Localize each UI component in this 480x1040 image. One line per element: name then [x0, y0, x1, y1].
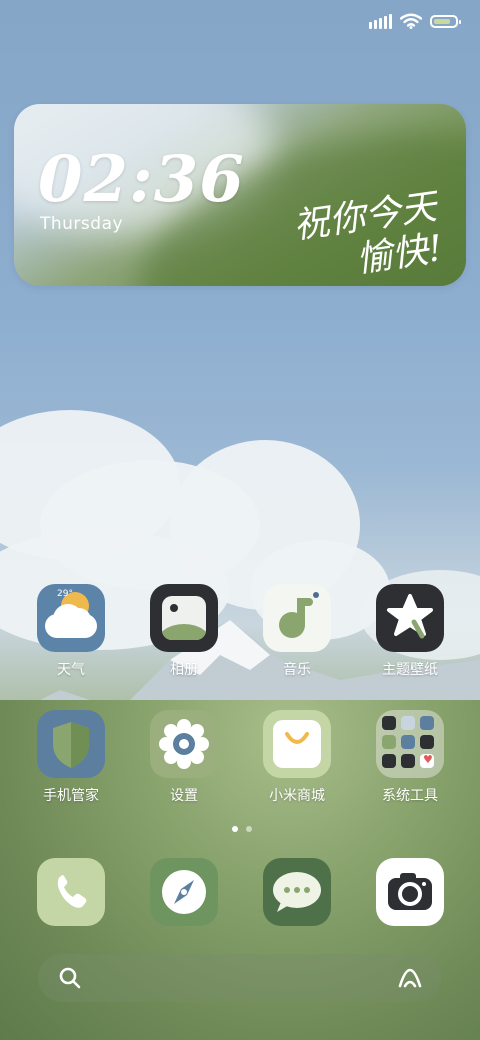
- camera-icon: [388, 873, 432, 910]
- app-settings[interactable]: 设置: [134, 710, 234, 805]
- app-system-tools-folder[interactable]: ♥ 系统工具: [360, 710, 460, 805]
- clock-weekday: Thursday: [40, 214, 124, 234]
- app-label: 系统工具: [382, 788, 438, 804]
- security-icon: [37, 710, 105, 778]
- themes-icon: [376, 584, 444, 652]
- dock-camera[interactable]: [376, 858, 444, 926]
- search-bar[interactable]: [38, 954, 442, 1002]
- app-label: 设置: [170, 788, 198, 804]
- dock-phone[interactable]: [37, 858, 105, 926]
- system-tools-folder-icon: ♥: [376, 710, 444, 778]
- page-dot-active: [232, 826, 238, 832]
- clock-time: 02:36: [38, 142, 245, 217]
- page-dot: [246, 826, 252, 832]
- app-security[interactable]: 手机管家: [21, 710, 121, 805]
- app-themes[interactable]: 主题壁纸: [360, 584, 460, 679]
- phone-icon: [57, 875, 87, 908]
- dock-messages[interactable]: [263, 858, 331, 926]
- status-bar: [369, 8, 461, 34]
- app-label: 主题壁纸: [382, 662, 438, 678]
- weather-temp: 29°: [57, 589, 73, 599]
- dock-browser[interactable]: [150, 858, 218, 926]
- clock-widget[interactable]: 02:36 Thursday 祝你今天 愉快!: [14, 104, 466, 286]
- signal-icon: [369, 13, 392, 29]
- page-indicator: [232, 826, 252, 832]
- app-label: 相册: [170, 662, 198, 678]
- music-icon: [263, 584, 331, 652]
- battery-icon: [430, 14, 461, 28]
- settings-icon: [150, 710, 218, 778]
- messages-icon: [273, 872, 321, 912]
- app-label: 天气: [57, 662, 85, 678]
- app-weather[interactable]: 29° 天气: [21, 584, 121, 679]
- assistant-icon[interactable]: [396, 966, 424, 990]
- app-label: 手机管家: [43, 788, 99, 804]
- weather-icon: 29°: [37, 584, 105, 652]
- mi-store-icon: [263, 710, 331, 778]
- wifi-icon: [400, 13, 422, 29]
- search-icon[interactable]: [58, 966, 82, 990]
- gallery-icon: [150, 584, 218, 652]
- app-label: 音乐: [283, 662, 311, 678]
- app-music[interactable]: 音乐: [247, 584, 347, 679]
- app-mi-store[interactable]: 小米商城: [247, 710, 347, 805]
- app-gallery[interactable]: 相册: [134, 584, 234, 679]
- browser-compass-icon: [162, 870, 206, 914]
- app-label: 小米商城: [269, 788, 325, 804]
